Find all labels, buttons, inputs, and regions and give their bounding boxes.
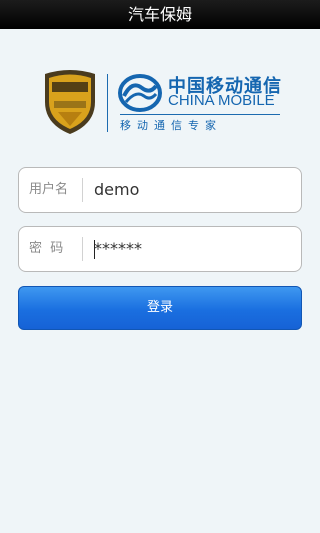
password-field[interactable]: 密 码 ****** [18,226,302,272]
app-title: 汽车保姆 [127,5,192,24]
field-separator [82,237,83,261]
china-mobile-en-name: CHINA MOBILE [168,92,275,109]
username-input[interactable]: demo [94,168,139,212]
car-nanny-shield-logo [40,68,100,140]
login-button[interactable]: 登录 [18,286,302,330]
china-mobile-tagline: 移动通信专家 [120,119,222,132]
app-title-bar: 汽车保姆 [0,0,320,29]
password-input[interactable]: ****** [94,227,142,271]
username-field[interactable]: 用户名 demo [18,167,302,213]
username-label: 用户名 [29,182,69,197]
field-separator [82,178,83,202]
logo-divider [107,74,108,132]
password-label: 密 码 [29,241,64,256]
china-mobile-icon [118,74,162,116]
login-button-label: 登录 [146,300,173,315]
logo-area: 中国移动通信 CHINA MOBILE 移动通信专家 [0,68,320,138]
tagline-rule [120,114,280,115]
